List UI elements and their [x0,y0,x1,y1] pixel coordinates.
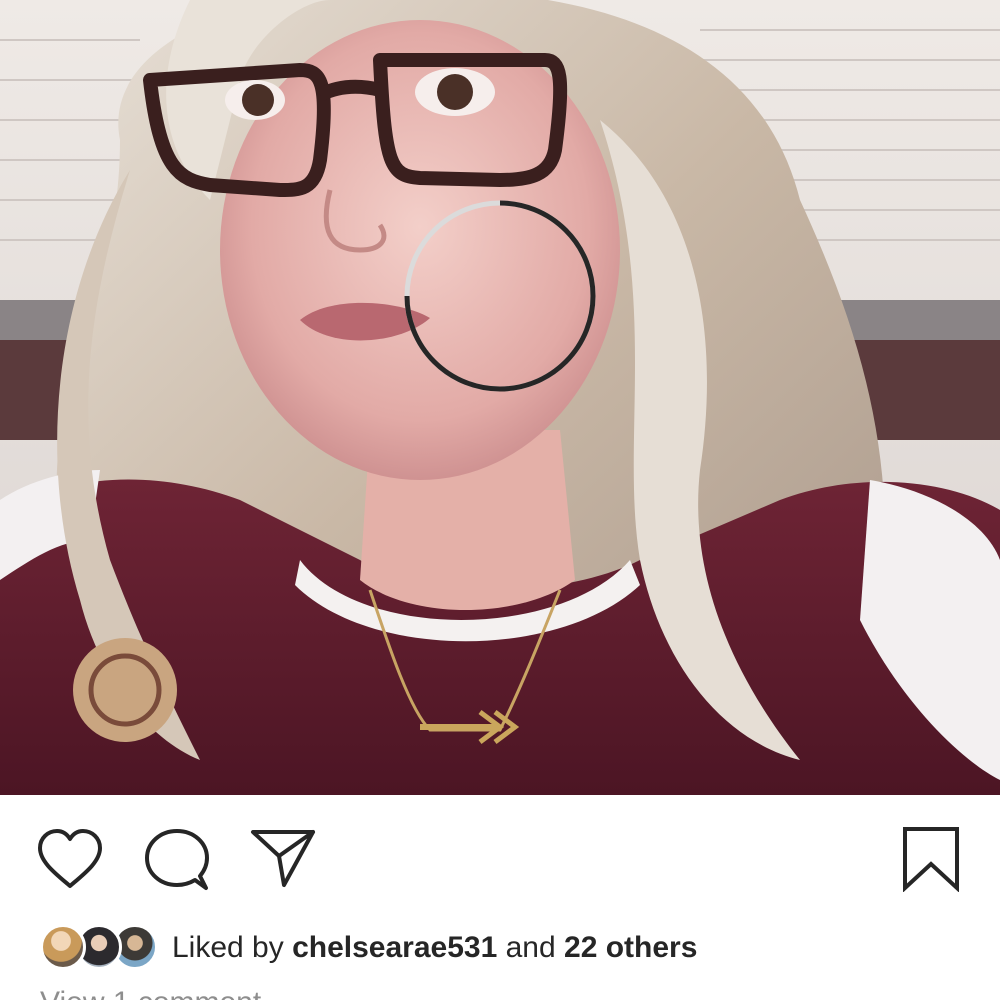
view-comments-link[interactable]: View 1 comment [40,985,261,1000]
instagram-post: Liked by chelsearae531 and 22 others Vie… [0,0,1000,1000]
likes-connector: and [505,931,556,964]
post-photo[interactable] [0,0,1000,795]
selfie-photo [0,0,1000,795]
liker-avatars [40,922,160,974]
likes-prefix: Liked by [172,931,284,964]
likes-others[interactable]: 22 others [564,931,697,964]
heart-icon[interactable] [36,828,104,890]
likes-text: Liked by chelsearae531 and 22 others [172,931,697,965]
comment-icon[interactable] [144,828,210,892]
likes-summary[interactable]: Liked by chelsearae531 and 22 others [40,922,697,974]
liker-username[interactable]: chelsearae531 [292,931,497,964]
paper-plane-icon[interactable] [250,828,316,888]
post-action-bar [0,795,1000,920]
avatar [40,924,86,970]
bookmark-icon[interactable] [900,826,962,893]
